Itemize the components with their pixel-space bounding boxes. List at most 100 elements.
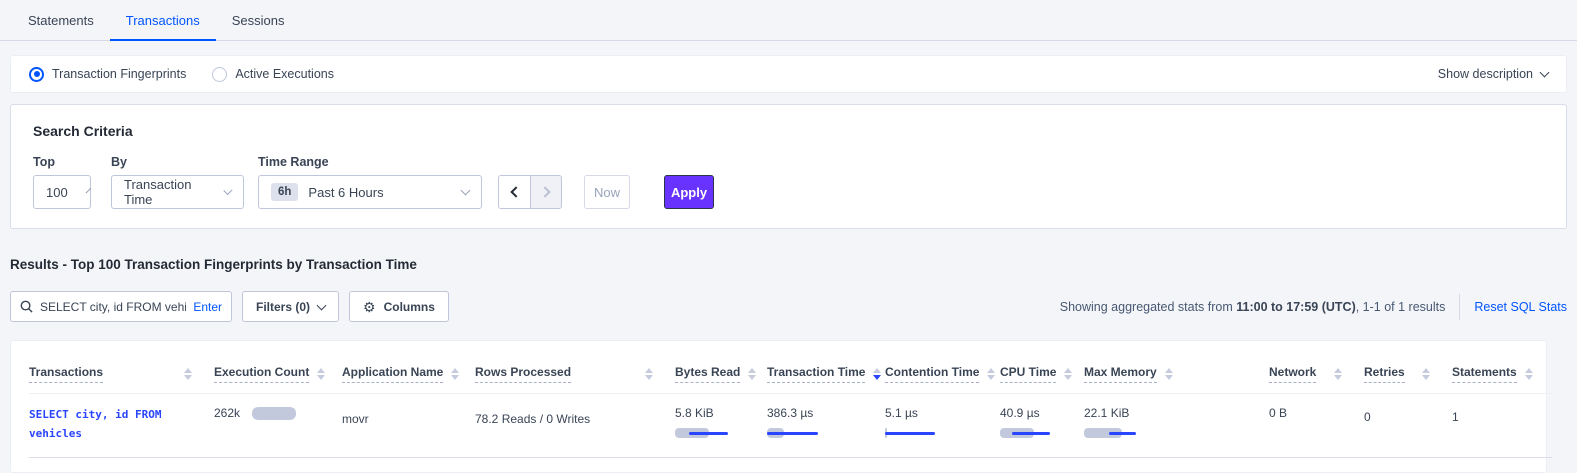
radio-unselected-icon[interactable] xyxy=(212,67,227,82)
search-input[interactable] xyxy=(40,300,186,314)
col-header-contention-time[interactable]: Contention Time xyxy=(885,351,1000,394)
col-header-retries[interactable]: Retries xyxy=(1364,351,1452,394)
apply-button[interactable]: Apply xyxy=(664,175,714,209)
sort-icon[interactable] xyxy=(1334,368,1342,380)
transaction-fingerprint-link[interactable]: SELECT city, id FROM vehicles xyxy=(29,406,189,443)
col-header-rows-processed[interactable]: Rows Processed xyxy=(475,351,675,394)
reset-sql-stats-link[interactable]: Reset SQL Stats xyxy=(1474,300,1567,314)
view-radio-group: Transaction Fingerprints Active Executio… xyxy=(29,67,334,82)
sort-icon[interactable] xyxy=(748,368,756,380)
max-memory-value: 22.1 KiB xyxy=(1084,406,1261,420)
statements-value: 1 xyxy=(1452,410,1459,424)
show-description-label: Show description xyxy=(1438,67,1533,81)
results-controls: Enter Filters (0) ⚙ Columns Showing aggr… xyxy=(10,291,1567,322)
time-range-field: Time Range 6h Past 6 Hours xyxy=(258,155,482,209)
retries-value: 0 xyxy=(1364,410,1371,424)
bytes-read-cell: 5.8 KiB xyxy=(675,394,767,458)
now-button[interactable]: Now xyxy=(584,175,630,209)
stats-prefix: Showing aggregated stats from xyxy=(1060,300,1237,314)
by-value: Transaction Time xyxy=(124,177,205,207)
rows-processed-value: 78.2 Reads / 0 Writes xyxy=(475,412,590,426)
by-label: By xyxy=(111,155,244,169)
view-toggle-bar: Transaction Fingerprints Active Executio… xyxy=(10,55,1567,93)
filters-button[interactable]: Filters (0) xyxy=(242,291,339,322)
sort-icon[interactable] xyxy=(873,368,881,380)
contention-time-value: 5.1 µs xyxy=(885,406,992,420)
columns-label: Columns xyxy=(384,300,435,314)
col-header-bytes-read[interactable]: Bytes Read xyxy=(675,351,767,394)
chevron-down-icon xyxy=(461,185,471,195)
stats-range: 11:00 to 17:59 (UTC) xyxy=(1236,300,1355,314)
tab-statements[interactable]: Statements xyxy=(12,3,110,41)
page-tabs: Statements Transactions Sessions xyxy=(0,0,1577,41)
transaction-time-cell: 386.3 µs xyxy=(767,394,885,458)
col-header-network[interactable]: Network xyxy=(1269,351,1364,394)
results-table: Transactions Execution Count Application… xyxy=(29,351,1552,458)
bytes-read-bar xyxy=(675,427,735,439)
search-box[interactable]: Enter xyxy=(10,291,232,322)
sort-icon[interactable] xyxy=(987,368,995,380)
results-heading: Results - Top 100 Transaction Fingerprin… xyxy=(10,257,1567,272)
time-prev-button[interactable] xyxy=(499,176,530,208)
columns-button[interactable]: ⚙ Columns xyxy=(349,291,449,322)
statements-cell: 1 xyxy=(1452,394,1552,458)
execution-count-value: 262k xyxy=(214,406,240,420)
sort-icon[interactable] xyxy=(317,368,325,380)
show-description-toggle[interactable]: Show description xyxy=(1438,67,1548,81)
time-range-select[interactable]: 6h Past 6 Hours xyxy=(258,175,482,209)
contention-time-bar xyxy=(885,427,945,439)
retries-cell: 0 xyxy=(1364,394,1452,458)
bytes-read-value: 5.8 KiB xyxy=(675,406,759,420)
sort-icon[interactable] xyxy=(645,368,653,380)
by-field: By Transaction Time xyxy=(111,155,244,209)
tab-transactions[interactable]: Transactions xyxy=(110,3,216,41)
radio-transaction-fingerprints[interactable]: Transaction Fingerprints xyxy=(29,67,186,82)
search-enter-button[interactable]: Enter xyxy=(193,300,222,314)
execution-count-cell: 262k xyxy=(214,394,342,458)
by-select[interactable]: Transaction Time xyxy=(111,175,244,209)
sort-icon[interactable] xyxy=(184,368,192,380)
col-header-transaction-time[interactable]: Transaction Time xyxy=(767,351,885,394)
col-header-cpu-time[interactable]: CPU Time xyxy=(1000,351,1084,394)
top-label: Top xyxy=(33,155,91,169)
max-memory-bar xyxy=(1084,427,1144,439)
chevron-down-icon xyxy=(85,187,91,193)
stats-summary: Showing aggregated stats from 11:00 to 1… xyxy=(1060,294,1567,320)
network-value: 0 B xyxy=(1269,406,1287,420)
top-field: Top 100 xyxy=(33,155,91,209)
radio-active-executions[interactable]: Active Executions xyxy=(212,67,334,82)
col-header-max-memory[interactable]: Max Memory xyxy=(1084,351,1269,394)
chevron-left-icon xyxy=(510,186,521,197)
col-header-statements[interactable]: Statements xyxy=(1452,351,1552,394)
sort-icon[interactable] xyxy=(1165,368,1173,380)
sort-icon[interactable] xyxy=(451,368,459,380)
sort-icon[interactable] xyxy=(1525,368,1533,380)
rows-processed-cell: 78.2 Reads / 0 Writes xyxy=(475,394,675,458)
time-next-button[interactable] xyxy=(530,176,561,208)
sort-icon[interactable] xyxy=(1064,368,1072,380)
gear-icon: ⚙ xyxy=(363,300,376,314)
col-header-execution-count[interactable]: Execution Count xyxy=(214,351,342,394)
radio-label: Transaction Fingerprints xyxy=(52,67,186,81)
top-value: 100 xyxy=(46,185,68,200)
transaction-time-value: 386.3 µs xyxy=(767,406,877,420)
cpu-time-cell: 40.9 µs xyxy=(1000,394,1084,458)
search-criteria-title: Search Criteria xyxy=(33,123,1544,139)
network-cell: 0 B xyxy=(1269,394,1364,458)
execution-count-bar xyxy=(252,407,296,420)
col-header-transactions[interactable]: Transactions xyxy=(29,351,214,394)
table-header-row: Transactions Execution Count Application… xyxy=(29,351,1552,394)
tab-sessions[interactable]: Sessions xyxy=(216,3,301,41)
chevron-down-icon xyxy=(223,185,232,194)
col-header-application-name[interactable]: Application Name xyxy=(342,351,475,394)
top-select[interactable]: 100 xyxy=(33,175,91,209)
results-table-card: Transactions Execution Count Application… xyxy=(10,340,1547,473)
radio-selected-icon[interactable] xyxy=(29,67,44,82)
chevron-right-icon xyxy=(539,186,550,197)
max-memory-cell: 22.1 KiB xyxy=(1084,394,1269,458)
cpu-time-value: 40.9 µs xyxy=(1000,406,1076,420)
sort-icon[interactable] xyxy=(1422,368,1430,380)
time-range-value: Past 6 Hours xyxy=(308,185,383,200)
application-name-cell: movr xyxy=(342,394,475,458)
divider xyxy=(1459,294,1460,320)
